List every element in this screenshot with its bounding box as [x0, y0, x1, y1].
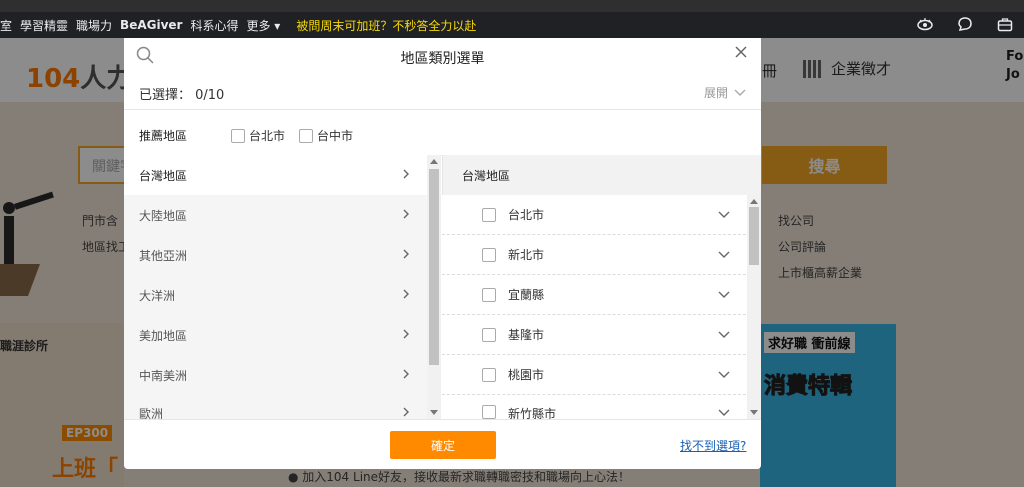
region-category-list: 台灣地區 大陸地區 其他亞洲 大洋洲 美加地區 中南美洲 歐洲 — [124, 155, 427, 421]
chevron-right-icon — [403, 169, 409, 179]
chevron-down-icon[interactable] — [718, 289, 730, 299]
browser-tab-strip — [0, 0, 1024, 12]
bookmark-item[interactable]: 職場力 — [76, 17, 120, 34]
city-item[interactable]: 桃園市 — [442, 355, 746, 395]
chevron-down-icon — [734, 89, 746, 96]
region-select-modal: 地區類別選單 已選擇： 0/10 展開 推薦地區 台北市 台中市 台灣地區 大陸… — [124, 38, 761, 469]
recommend-option-taichung[interactable]: 台中市 — [299, 127, 353, 144]
eye-icon[interactable] — [916, 15, 934, 33]
recommended-label: 推薦地區 — [139, 129, 188, 143]
modal-footer: 確定 找不到選項? — [124, 419, 761, 469]
not-found-link[interactable]: 找不到選項? — [680, 437, 746, 454]
city-item[interactable]: 新北市 — [442, 235, 746, 275]
chevron-down-icon[interactable] — [718, 407, 730, 417]
category-item-oceania[interactable]: 大洋洲 — [124, 275, 427, 315]
bookmark-item[interactable]: 室 — [0, 17, 20, 34]
city-item[interactable]: 新竹縣市 — [442, 395, 746, 421]
divider — [124, 109, 761, 110]
checkbox[interactable] — [482, 367, 496, 382]
category-item-north-america[interactable]: 美加地區 — [124, 315, 427, 355]
city-item[interactable]: 基隆市 — [442, 315, 746, 355]
checkbox[interactable] — [482, 405, 496, 419]
checkbox[interactable] — [482, 207, 496, 222]
chevron-down-icon[interactable] — [718, 249, 730, 259]
checkbox[interactable] — [231, 128, 246, 143]
city-scrollbar[interactable] — [747, 195, 761, 419]
bookmark-promo[interactable]: 被問周末可加班？不秒答全力以赴 — [288, 17, 484, 34]
chevron-right-icon — [403, 209, 409, 219]
modal-title: 地區類別選單 — [400, 51, 485, 67]
chevron-right-icon — [403, 249, 409, 259]
recommend-option-taipei[interactable]: 台北市 — [231, 127, 285, 144]
modal-header: 地區類別選單 — [124, 38, 761, 72]
city-item[interactable]: 宜蘭縣 — [442, 275, 746, 315]
detail-pane-header: 台灣地區 — [442, 155, 761, 195]
chevron-right-icon — [403, 369, 409, 379]
chevron-right-icon — [403, 289, 409, 299]
scroll-down-icon[interactable] — [430, 410, 438, 415]
recommended-regions: 推薦地區 台北市 台中市 — [139, 127, 367, 144]
bookmarks-bar: 室 學習精靈 職場力 BeAGiver 科系心得 更多 ▾ 被問周末可加班？不秒… — [0, 12, 1024, 38]
checkbox[interactable] — [299, 128, 314, 143]
category-item-latin-america[interactable]: 中南美洲 — [124, 355, 427, 395]
category-item-europe[interactable]: 歐洲 — [124, 395, 427, 421]
chevron-right-icon — [403, 329, 409, 339]
chevron-down-icon[interactable] — [718, 329, 730, 339]
chevron-down-icon[interactable] — [718, 369, 730, 379]
bookmark-item[interactable]: 科系心得 — [190, 17, 246, 34]
scrollbar-thumb[interactable] — [429, 169, 439, 365]
category-item-taiwan[interactable]: 台灣地區 — [124, 155, 427, 195]
selected-count: 已選擇： 0/10 — [139, 88, 225, 103]
close-icon[interactable] — [733, 44, 749, 60]
bookmarks-more[interactable]: 更多 ▾ — [246, 17, 288, 34]
category-scrollbar[interactable] — [427, 155, 441, 419]
scroll-down-icon[interactable] — [750, 410, 758, 415]
bookmark-item[interactable]: 學習精靈 — [20, 17, 76, 34]
expand-toggle[interactable]: 展開 — [704, 84, 746, 101]
chevron-down-icon[interactable] — [718, 209, 730, 219]
scroll-up-icon[interactable] — [430, 159, 438, 164]
category-item-other-asia[interactable]: 其他亞洲 — [124, 235, 427, 275]
bookmark-item[interactable]: BeAGiver — [120, 18, 190, 32]
checkbox[interactable] — [482, 247, 496, 262]
briefcase-icon[interactable] — [996, 15, 1014, 33]
confirm-button[interactable]: 確定 — [390, 431, 496, 459]
chat-icon[interactable] — [956, 15, 974, 33]
scroll-up-icon[interactable] — [750, 199, 758, 204]
scrollbar-thumb[interactable] — [749, 207, 759, 265]
chevron-right-icon — [403, 407, 409, 417]
city-item[interactable]: 台北市 — [442, 195, 746, 235]
checkbox[interactable] — [482, 327, 496, 342]
category-item-mainland[interactable]: 大陸地區 — [124, 195, 427, 235]
checkbox[interactable] — [482, 287, 496, 302]
region-detail-pane: 台灣地區 台北市 新北市 宜蘭縣 基隆市 桃園市 新竹縣市 — [442, 155, 761, 421]
